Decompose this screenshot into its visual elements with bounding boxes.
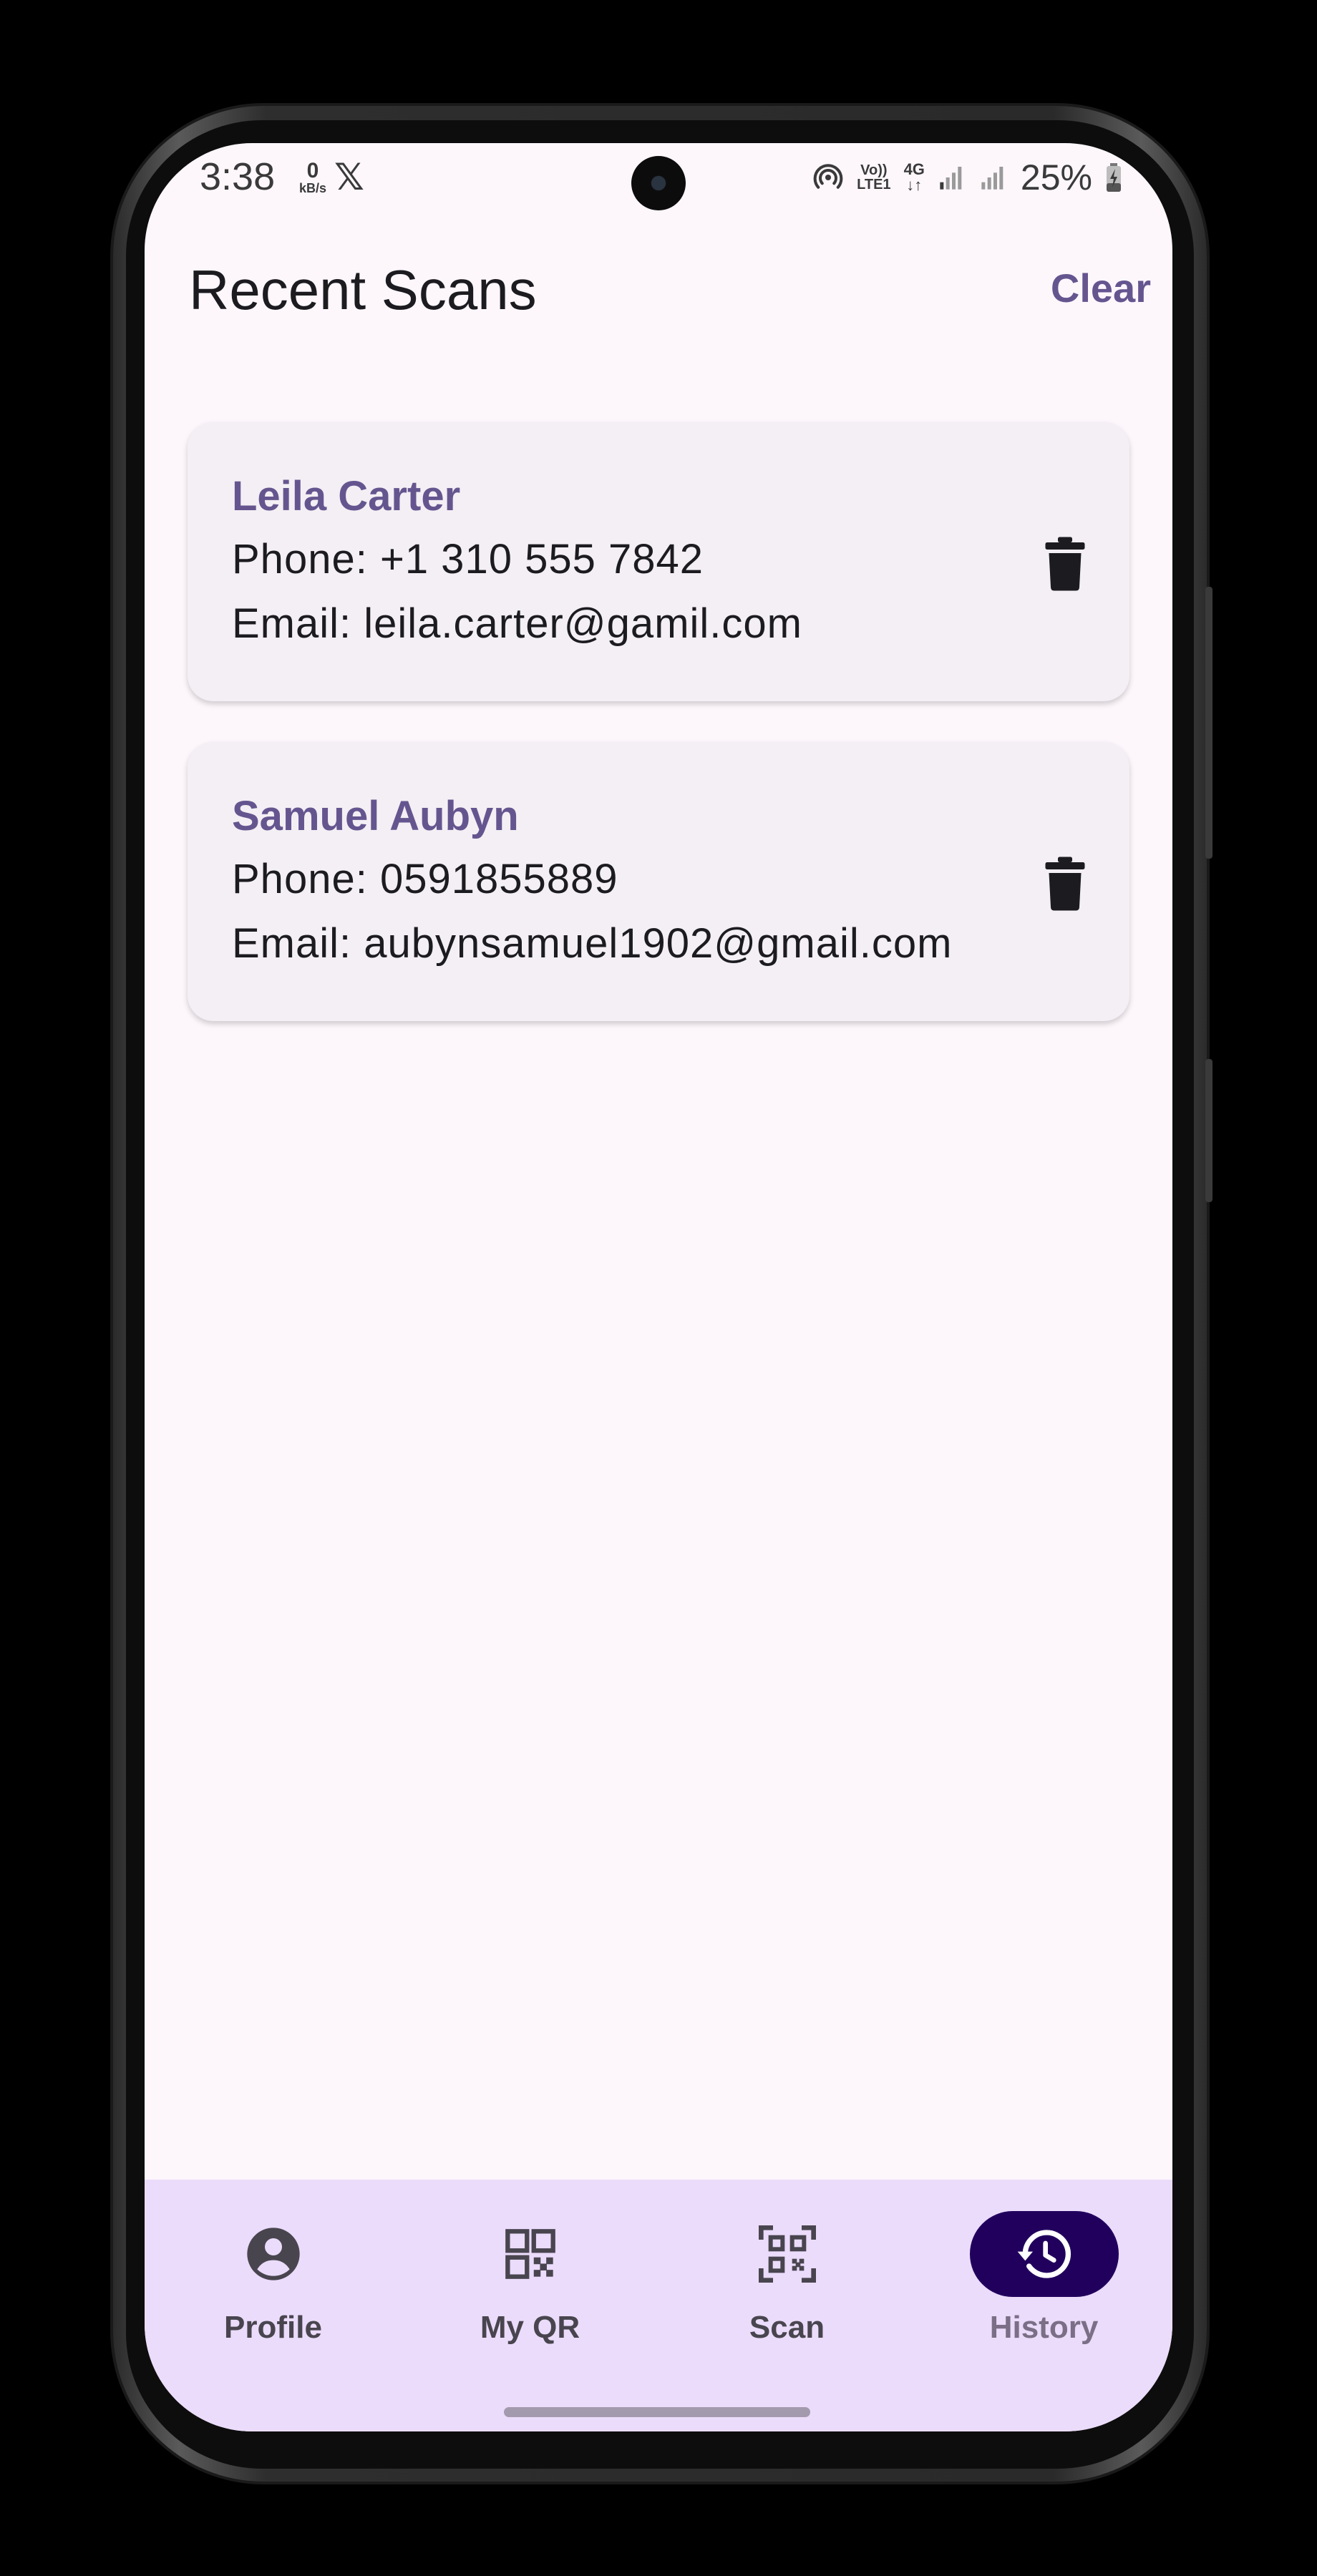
scan-card[interactable]: Leila Carter Phone: +1 310 555 7842 Emai… (188, 422, 1129, 701)
nav-item-profile[interactable]: Profile (145, 2180, 402, 2366)
bottom-navigation: Profile My QR Scan History (145, 2180, 1172, 2431)
battery-percent: 25% (1020, 157, 1092, 197)
nav-label-profile: Profile (224, 2310, 322, 2345)
nav-active-indicator (969, 2211, 1119, 2297)
nav-label-my-qr: My QR (480, 2310, 580, 2345)
signal-icon (940, 167, 962, 190)
status-time: 3:38 (200, 155, 276, 198)
status-bar: 3:38 0 kB/s 𝕏 Vo)) LTE1 4G ↓↑ 25% (145, 143, 1172, 222)
signal-icon-sim2 (981, 167, 1003, 190)
power-button (1205, 1059, 1212, 1202)
volte-indicator: Vo)) LTE1 (857, 163, 890, 192)
nav-item-history[interactable]: History (915, 2180, 1172, 2366)
volte-top: Vo)) (860, 162, 888, 178)
clear-button[interactable]: Clear (1051, 265, 1151, 311)
contact-phone: Phone: 0591855889 (232, 856, 618, 902)
nav-label-scan: Scan (749, 2310, 825, 2345)
delete-icon[interactable] (1044, 537, 1087, 591)
contact-email: Email: aubynsamuel1902@gmail.com (232, 920, 953, 967)
history-icon (1017, 2230, 1071, 2278)
x-app-icon: 𝕏 (334, 157, 364, 198)
front-camera (631, 156, 686, 210)
delete-icon[interactable] (1044, 857, 1087, 911)
account-circle-icon (246, 2228, 300, 2280)
qr-scanner-icon (758, 2225, 816, 2283)
volume-button (1205, 587, 1212, 859)
hotspot-icon (813, 164, 843, 189)
scan-card[interactable]: Samuel Aubyn Phone: 0591855889 Email: au… (188, 742, 1129, 1021)
phone-screen: 3:38 0 kB/s 𝕏 Vo)) LTE1 4G ↓↑ 25% Recent… (145, 143, 1172, 2431)
page-title: Recent Scans (189, 258, 537, 321)
network-type: 4G ↓↑ (904, 162, 925, 193)
data-arrows-icon: ↓↑ (906, 176, 923, 194)
volte-bottom: LTE1 (857, 177, 891, 192)
nav-label-history: History (989, 2310, 1099, 2345)
nav-item-scan[interactable]: Scan (658, 2180, 915, 2366)
nav-item-my-qr[interactable]: My QR (402, 2180, 658, 2366)
contact-phone: Phone: +1 310 555 7842 (232, 536, 704, 582)
network-speed-value: 0 (306, 159, 319, 182)
nav-icon-container (456, 2211, 605, 2297)
home-indicator[interactable] (504, 2407, 810, 2417)
status-icons: Vo)) LTE1 4G ↓↑ 25% (812, 156, 1122, 199)
contact-name: Samuel Aubyn (232, 793, 519, 839)
nav-icon-container (713, 2211, 862, 2297)
nav-icon-container (199, 2211, 348, 2297)
battery-charging-icon (1107, 163, 1121, 192)
network-speed: 0 kB/s (291, 160, 334, 195)
qr-code-icon (505, 2229, 555, 2279)
network-speed-unit: kB/s (298, 181, 327, 195)
contact-name: Leila Carter (232, 473, 461, 519)
contact-email: Email: leila.carter@gamil.com (232, 600, 802, 647)
